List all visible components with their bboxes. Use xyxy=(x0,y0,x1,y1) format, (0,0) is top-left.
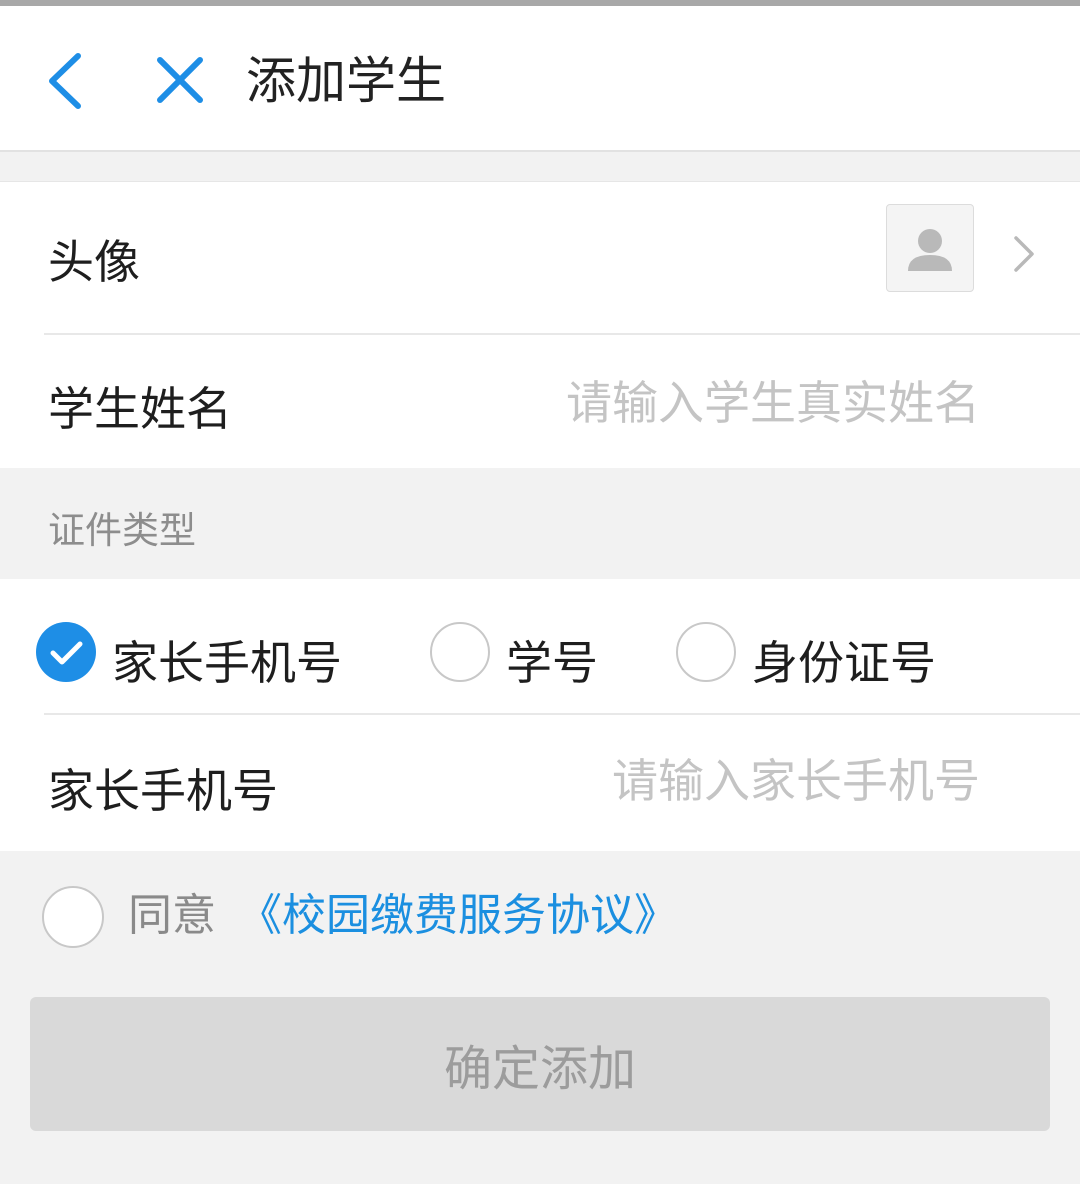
parent-phone-input[interactable] xyxy=(560,743,980,819)
id-type-radio-group: 家长手机号 学号 身份证号 xyxy=(0,579,1080,713)
confirm-add-button[interactable]: 确定添加 xyxy=(30,997,1050,1131)
page-title: 添加学生 xyxy=(246,52,446,110)
radio-label: 身份证号 xyxy=(752,636,936,690)
radio-label: 学号 xyxy=(506,636,598,690)
avatar[interactable] xyxy=(886,204,974,292)
agreement-prefix: 同意 xyxy=(128,890,216,941)
student-name-row: 学生姓名 xyxy=(0,335,1080,468)
chevron-right-icon xyxy=(1014,236,1034,272)
id-type-section: 家长手机号 学号 身份证号 家长手机号 xyxy=(0,579,1080,851)
student-name-input[interactable] xyxy=(520,365,980,441)
basic-info-section: 头像 学生姓名 xyxy=(0,181,1080,468)
radio-unchecked[interactable] xyxy=(430,622,490,682)
agreement-check-circle[interactable] xyxy=(42,886,104,948)
radio-label: 家长手机号 xyxy=(112,636,342,690)
navigation-bar: 添加学生 xyxy=(0,6,1080,152)
close-button[interactable] xyxy=(148,48,212,112)
id-type-section-label: 证件类型 xyxy=(48,509,196,552)
avatar-row[interactable]: 头像 xyxy=(0,182,1080,334)
radio-option-parent-phone[interactable]: 家长手机号 xyxy=(36,579,366,713)
back-button[interactable] xyxy=(36,46,96,116)
parent-phone-label: 家长手机号 xyxy=(48,764,278,818)
user-placeholder-icon xyxy=(908,229,952,271)
radio-unchecked[interactable] xyxy=(676,622,736,682)
radio-option-id-card[interactable]: 身份证号 xyxy=(676,579,976,713)
radio-option-student-number[interactable]: 学号 xyxy=(430,579,630,713)
check-icon xyxy=(50,641,83,665)
avatar-label: 头像 xyxy=(48,235,140,289)
chevron-left-icon xyxy=(49,53,81,109)
radio-checked[interactable] xyxy=(36,622,96,682)
agreement-link[interactable]: 《校园缴费服务协议》 xyxy=(238,886,678,946)
student-name-label: 学生姓名 xyxy=(48,382,232,436)
close-icon xyxy=(157,57,203,103)
